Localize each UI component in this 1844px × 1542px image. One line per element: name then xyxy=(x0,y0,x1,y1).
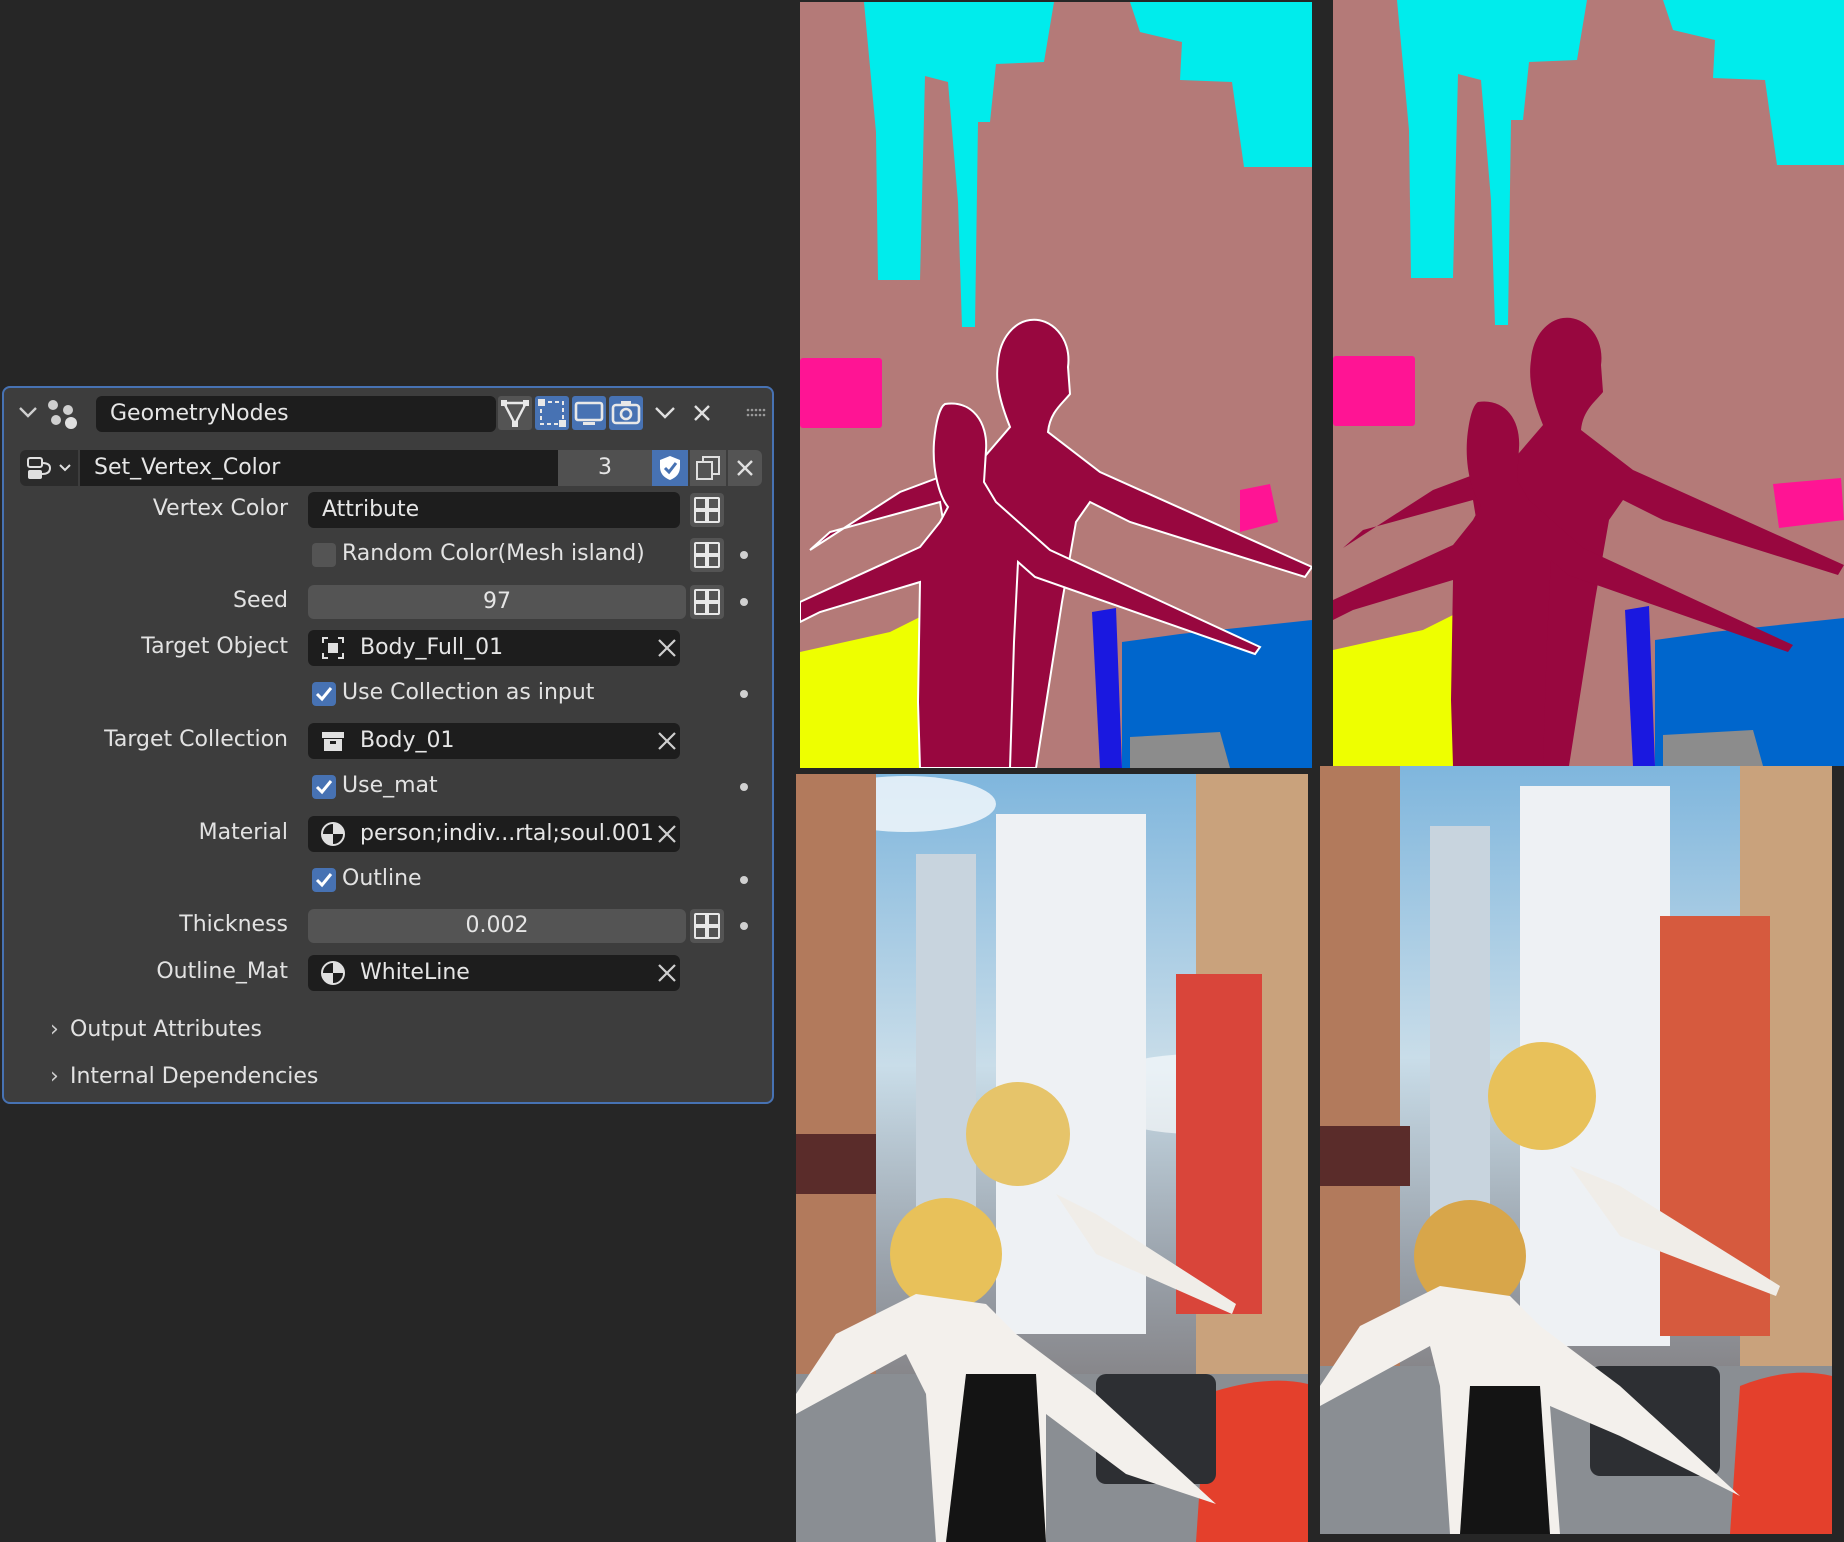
drag-handle-icon[interactable] xyxy=(746,408,766,418)
object-icon xyxy=(322,637,344,659)
close-icon[interactable] xyxy=(656,637,678,659)
target-collection-field[interactable]: Body_01 xyxy=(308,723,680,759)
unlink-button[interactable] xyxy=(728,450,762,486)
modifier-panel: GeometryNodes Set_Vertex_Color 3 Vertex … xyxy=(2,386,774,1104)
attribute-toggle-button[interactable] xyxy=(690,538,724,572)
check-icon xyxy=(315,780,333,795)
material-icon xyxy=(321,822,345,846)
outline-checkbox[interactable] xyxy=(312,868,336,892)
target-object-field[interactable]: Body_Full_01 xyxy=(308,630,680,666)
fake-user-button[interactable] xyxy=(652,450,688,486)
modifier-name-field[interactable]: GeometryNodes xyxy=(96,396,496,432)
copy-icon xyxy=(696,456,720,480)
check-icon xyxy=(315,687,333,702)
use-mat-checkbox[interactable] xyxy=(312,775,336,799)
attribute-toggle-button[interactable] xyxy=(690,493,724,527)
geometry-nodes-icon xyxy=(48,400,77,429)
close-icon xyxy=(737,460,753,476)
city-scene-drawing xyxy=(1320,766,1832,1534)
material-icon xyxy=(321,961,345,985)
monitor-icon xyxy=(574,401,604,425)
rendered-image-1 xyxy=(796,774,1308,1542)
node-tree-browse-button[interactable] xyxy=(20,450,78,486)
close-icon[interactable] xyxy=(656,730,678,752)
thickness-field[interactable]: 0.002 xyxy=(308,909,686,943)
segmentation-map-2 xyxy=(1333,0,1844,766)
use-collection-checkbox[interactable] xyxy=(312,682,336,706)
close-icon[interactable] xyxy=(656,823,678,845)
camera-icon xyxy=(611,401,641,425)
section-internal-dependencies[interactable]: › Internal Dependencies xyxy=(50,1064,318,1089)
use-collection-label: Use Collection as input xyxy=(342,680,595,705)
close-icon[interactable] xyxy=(656,962,678,984)
keyframe-dot[interactable] xyxy=(740,783,748,791)
outline-mat-field[interactable]: WhiteLine xyxy=(308,955,680,991)
node-group-field[interactable]: Set_Vertex_Color xyxy=(80,450,558,486)
random-color-label: Random Color(Mesh island) xyxy=(342,541,645,566)
duplicate-button[interactable] xyxy=(690,450,726,486)
target-collection-label: Target Collection xyxy=(104,727,288,752)
close-icon[interactable] xyxy=(692,403,712,423)
material-label: Material xyxy=(198,820,288,845)
city-scene-drawing xyxy=(796,774,1308,1542)
render-toggle[interactable] xyxy=(609,396,643,430)
cage-toggle[interactable] xyxy=(535,396,569,430)
segmentation-drawing xyxy=(1333,0,1844,766)
keyframe-dot[interactable] xyxy=(740,690,748,698)
keyframe-dot[interactable] xyxy=(740,551,748,559)
edit-mode-toggle[interactable] xyxy=(498,396,532,430)
users-count[interactable]: 3 xyxy=(558,450,652,486)
seed-label: Seed xyxy=(233,588,288,613)
chevron-down-icon[interactable] xyxy=(18,406,38,420)
attribute-toggle-button[interactable] xyxy=(690,585,724,619)
segmentation-drawing xyxy=(800,2,1312,768)
shield-icon xyxy=(660,456,680,480)
modifier-header: GeometryNodes xyxy=(4,388,772,438)
edit-mode-icon xyxy=(501,400,529,427)
keyframe-dot[interactable] xyxy=(740,876,748,884)
rendered-image-2 xyxy=(1320,766,1832,1534)
target-object-label: Target Object xyxy=(141,634,288,659)
check-icon xyxy=(315,873,333,888)
random-color-checkbox[interactable] xyxy=(312,543,336,567)
outline-label: Outline xyxy=(342,866,422,891)
vertex-color-label: Vertex Color xyxy=(152,496,288,521)
chevron-right-icon: › xyxy=(50,1064,59,1089)
vertex-color-field[interactable]: Attribute xyxy=(308,492,680,528)
viewport-toggle[interactable] xyxy=(572,396,606,430)
outline-mat-label: Outline_Mat xyxy=(156,959,288,984)
section-output-attributes[interactable]: › Output Attributes xyxy=(50,1017,262,1042)
chevron-right-icon: › xyxy=(50,1017,59,1042)
node-tree-icon xyxy=(27,457,71,479)
keyframe-dot[interactable] xyxy=(740,922,748,930)
thickness-label: Thickness xyxy=(179,912,288,937)
seed-field[interactable]: 97 xyxy=(308,585,686,619)
attribute-toggle-button[interactable] xyxy=(690,909,724,943)
collection-icon xyxy=(322,732,344,751)
node-group-row: Set_Vertex_Color 3 xyxy=(20,450,762,486)
chevron-down-icon[interactable] xyxy=(654,406,676,420)
cage-icon xyxy=(538,399,566,427)
use-mat-label: Use_mat xyxy=(342,773,438,798)
keyframe-dot[interactable] xyxy=(740,598,748,606)
segmentation-map-1 xyxy=(800,2,1312,768)
material-field[interactable]: person;indiv...rtal;soul.001 xyxy=(308,816,680,852)
